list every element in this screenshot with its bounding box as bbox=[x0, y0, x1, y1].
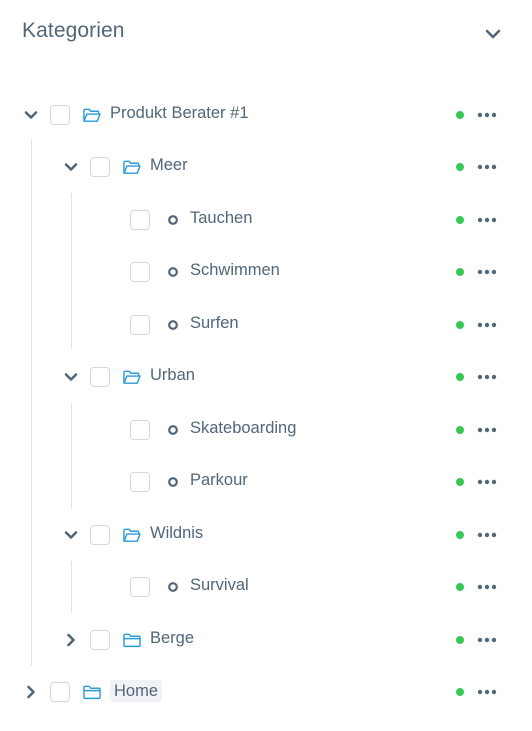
tree-row[interactable]: Meer bbox=[0, 147, 532, 187]
row-checkbox[interactable] bbox=[130, 315, 150, 335]
more-options-icon[interactable] bbox=[476, 632, 498, 648]
chevron-down-icon[interactable] bbox=[63, 159, 79, 175]
folder-icon bbox=[123, 527, 141, 543]
tree-row[interactable]: Home bbox=[0, 672, 532, 712]
status-dot bbox=[456, 688, 464, 696]
status-dot bbox=[456, 636, 464, 644]
status-dot bbox=[456, 478, 464, 486]
row-checkbox[interactable] bbox=[130, 420, 150, 440]
tree-row[interactable]: Tauchen bbox=[0, 200, 532, 240]
tree-node-label[interactable]: Produkt Berater #1 bbox=[110, 104, 249, 123]
circle-icon bbox=[164, 422, 182, 438]
row-checkbox[interactable] bbox=[50, 682, 70, 702]
folder-icon bbox=[123, 369, 141, 385]
chevron-right-icon[interactable] bbox=[23, 684, 39, 700]
status-dot bbox=[456, 373, 464, 381]
more-options-icon[interactable] bbox=[476, 159, 498, 175]
tree-node-label[interactable]: Meer bbox=[150, 156, 188, 175]
row-checkbox[interactable] bbox=[130, 262, 150, 282]
more-options-icon[interactable] bbox=[476, 107, 498, 123]
circle-icon bbox=[164, 317, 182, 333]
row-checkbox[interactable] bbox=[130, 577, 150, 597]
status-dot bbox=[456, 111, 464, 119]
status-dot bbox=[456, 321, 464, 329]
tree-row[interactable]: Schwimmen bbox=[0, 252, 532, 292]
circle-icon bbox=[164, 212, 182, 228]
tree-row[interactable]: Urban bbox=[0, 357, 532, 397]
tree-node-label[interactable]: Skateboarding bbox=[190, 419, 296, 438]
circle-icon bbox=[164, 474, 182, 490]
status-dot bbox=[456, 583, 464, 591]
circle-icon bbox=[164, 579, 182, 595]
tree-row[interactable]: Berge bbox=[0, 620, 532, 660]
chevron-down-icon[interactable] bbox=[63, 369, 79, 385]
more-options-icon[interactable] bbox=[476, 369, 498, 385]
row-checkbox[interactable] bbox=[130, 210, 150, 230]
tree-row[interactable]: Survival bbox=[0, 567, 532, 607]
chevron-down-icon[interactable] bbox=[23, 107, 39, 123]
status-dot bbox=[456, 531, 464, 539]
tree-node-label[interactable]: Wildnis bbox=[150, 524, 203, 543]
row-checkbox[interactable] bbox=[90, 630, 110, 650]
tree-node-label[interactable]: Surfen bbox=[190, 314, 239, 333]
status-dot bbox=[456, 163, 464, 171]
row-checkbox[interactable] bbox=[50, 105, 70, 125]
status-dot bbox=[456, 426, 464, 434]
tree-node-label[interactable]: Schwimmen bbox=[190, 261, 280, 280]
more-options-icon[interactable] bbox=[476, 684, 498, 700]
more-options-icon[interactable] bbox=[476, 264, 498, 280]
folder-icon bbox=[123, 159, 141, 175]
row-checkbox[interactable] bbox=[130, 472, 150, 492]
status-dot bbox=[456, 268, 464, 276]
tree-node-label[interactable]: Urban bbox=[150, 366, 195, 385]
tree-node-label[interactable]: Survival bbox=[190, 576, 249, 595]
folder-icon bbox=[83, 684, 101, 700]
more-options-icon[interactable] bbox=[476, 527, 498, 543]
chevron-right-icon[interactable] bbox=[63, 632, 79, 648]
more-options-icon[interactable] bbox=[476, 474, 498, 490]
more-options-icon[interactable] bbox=[476, 212, 498, 228]
tree-row[interactable]: Parkour bbox=[0, 462, 532, 502]
tree-row[interactable]: Skateboarding bbox=[0, 410, 532, 450]
row-checkbox[interactable] bbox=[90, 525, 110, 545]
category-tree: Produkt Berater #1 Meer Tauchen Schwimmen Su… bbox=[0, 0, 532, 731]
folder-icon bbox=[123, 632, 141, 648]
chevron-down-icon[interactable] bbox=[63, 527, 79, 543]
more-options-icon[interactable] bbox=[476, 579, 498, 595]
row-checkbox[interactable] bbox=[90, 367, 110, 387]
tree-node-label[interactable]: Home bbox=[110, 680, 163, 702]
tree-row[interactable]: Wildnis bbox=[0, 515, 532, 555]
tree-node-label[interactable]: Parkour bbox=[190, 471, 248, 490]
tree-row[interactable]: Surfen bbox=[0, 305, 532, 345]
more-options-icon[interactable] bbox=[476, 422, 498, 438]
circle-icon bbox=[164, 264, 182, 280]
tree-row[interactable]: Produkt Berater #1 bbox=[0, 95, 532, 135]
status-dot bbox=[456, 216, 464, 224]
folder-icon bbox=[83, 107, 101, 123]
tree-node-label[interactable]: Berge bbox=[150, 629, 194, 648]
more-options-icon[interactable] bbox=[476, 317, 498, 333]
tree-node-label[interactable]: Tauchen bbox=[190, 209, 252, 228]
row-checkbox[interactable] bbox=[90, 157, 110, 177]
